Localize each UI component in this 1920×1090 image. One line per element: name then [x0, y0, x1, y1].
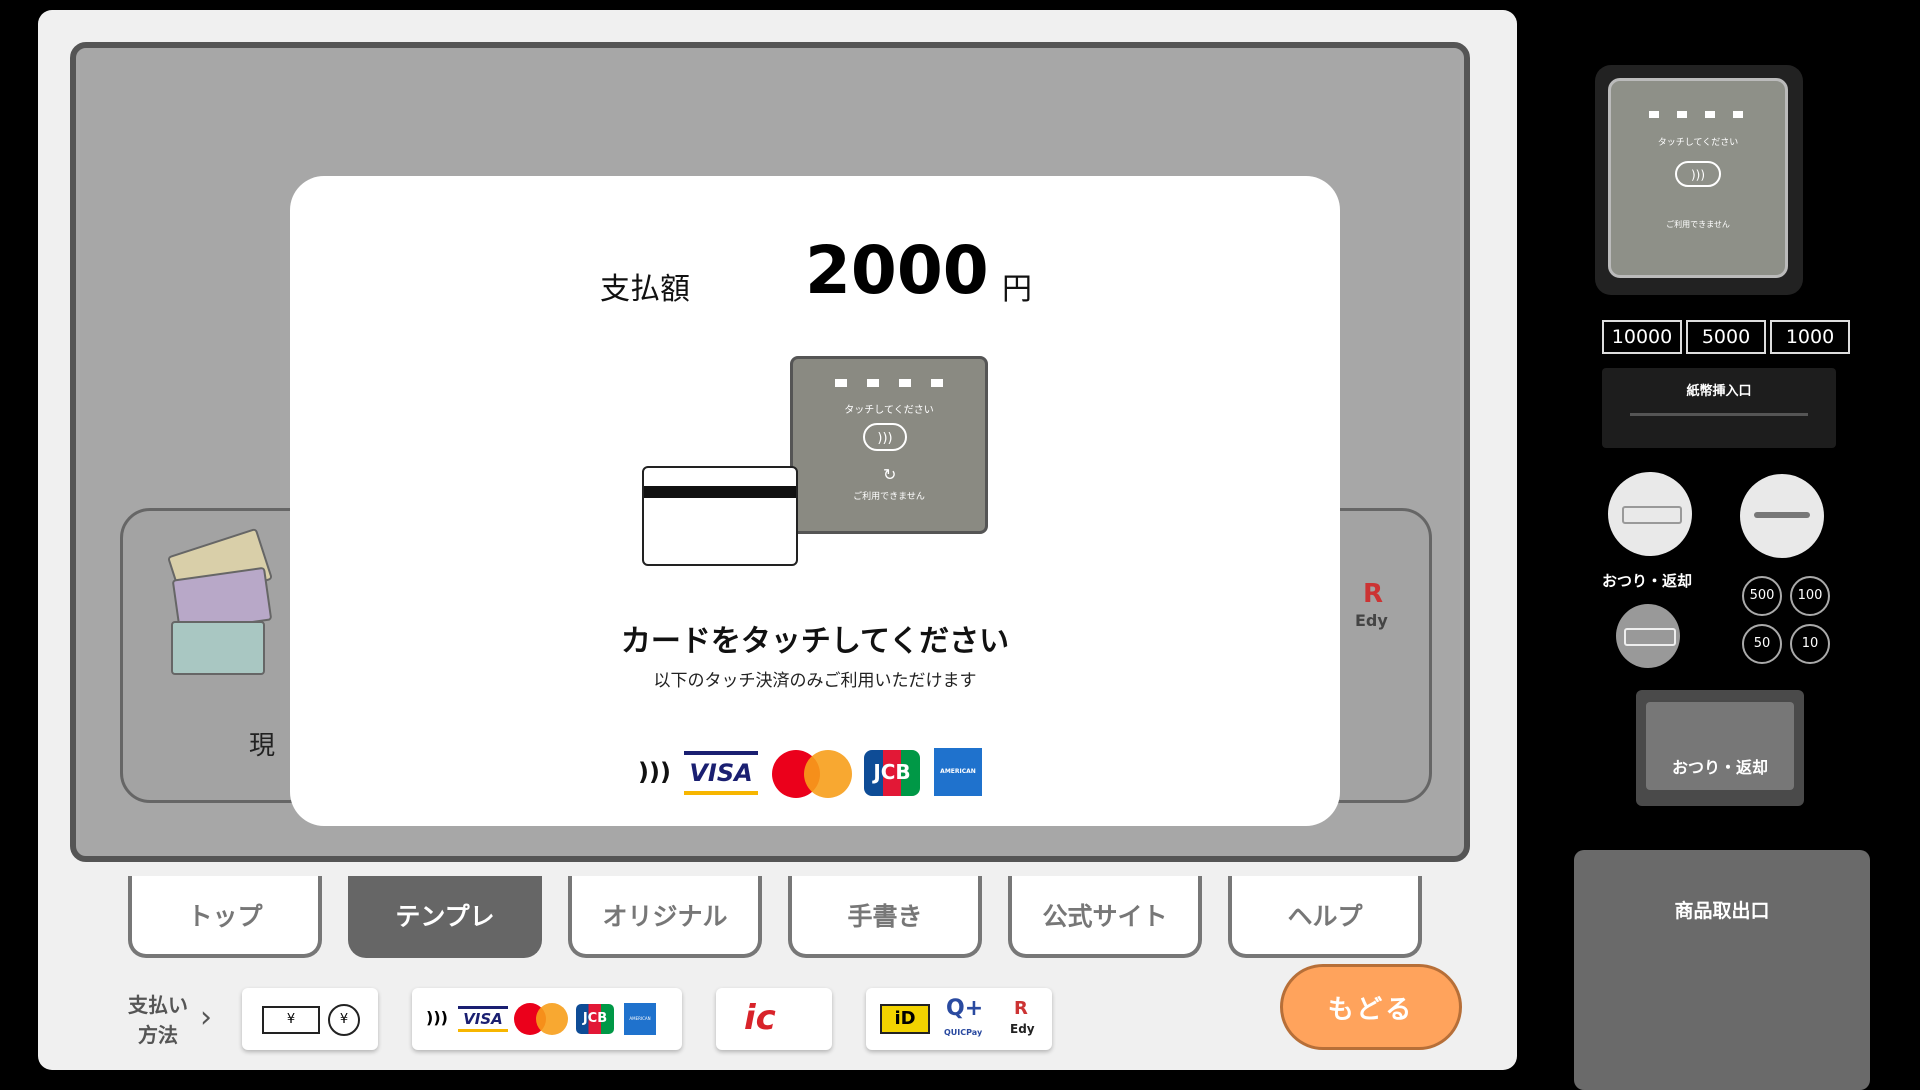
change-label: おつり・返却 — [1602, 572, 1693, 590]
card-reader[interactable]: タッチしてください ))) ご利用できません — [1595, 65, 1803, 295]
amount-label: 支払額 — [600, 272, 690, 307]
chevron-right-icon: › — [200, 1000, 212, 1035]
tab-help[interactable]: ヘルプ — [1228, 876, 1422, 958]
coin-slot[interactable] — [1740, 474, 1824, 558]
card-terminal-illustration: タッチしてください ))) ↻ ご利用できません — [790, 356, 988, 534]
payment-method-emoney: iD Q+ QUICPay R Edy — [866, 988, 1052, 1050]
reader-text: タッチしてください — [1657, 138, 1739, 148]
contactless-icon: ))) — [1675, 161, 1721, 187]
mastercard-logo — [514, 1003, 568, 1035]
coin-icon: ¥ — [328, 1004, 360, 1036]
tab-official-site[interactable]: 公式サイト — [1008, 876, 1202, 958]
coin-100-indicator: 100 — [1790, 576, 1830, 616]
contactless-icon: ))) — [638, 758, 671, 786]
visa-logo: VISA — [458, 1006, 508, 1032]
mastercard-logo — [772, 750, 852, 798]
bill-insertion-slot[interactable]: 紙幣挿入口 — [1602, 368, 1836, 448]
terminal-text: タッチしてください — [844, 405, 934, 416]
kiosk-frame: 現 Q+ R Edy 他 支払額 2000 円 タッチしてください ))) ↻ … — [38, 10, 1517, 1070]
edy-r-logo: R — [1014, 998, 1028, 1019]
coin-50-indicator: 50 — [1742, 624, 1782, 664]
terminal-text: ご利用できません — [853, 492, 925, 502]
payment-tile-label: 現 — [249, 731, 276, 761]
tab-template[interactable]: テンプレ — [348, 876, 542, 958]
change-lever[interactable] — [1616, 604, 1680, 668]
edy-logo: Edy — [1355, 611, 1388, 630]
back-button[interactable]: もどる — [1280, 964, 1462, 1050]
contactless-icon: ))) — [426, 1008, 448, 1027]
payment-methods-label: 支払い 方法 — [128, 993, 188, 1047]
reader-text: ご利用できません — [1666, 220, 1730, 229]
vending-machine-panel: タッチしてください ))) ご利用できません 10000 5000 1000 紙… — [1574, 0, 1920, 1090]
banknote-icon — [171, 621, 265, 675]
quicpay-sub: QUICPay — [944, 1028, 983, 1037]
banknote-icon: ¥ — [262, 1006, 320, 1034]
bill-5000-button[interactable]: 5000 — [1686, 320, 1766, 354]
tab-original[interactable]: オリジナル — [568, 876, 762, 958]
bill-10000-button[interactable]: 10000 — [1602, 320, 1682, 354]
ic-card-logo: ic — [744, 998, 776, 1038]
visa-logo: VISA — [684, 751, 758, 795]
change-return-button[interactable]: おつり・返却 — [1636, 690, 1804, 806]
payment-method-card: ))) VISA JCB AMERICAN EXPRESS — [412, 988, 682, 1050]
amex-logo: AMERICAN EXPRESS — [934, 748, 982, 796]
coin-slot[interactable] — [1608, 472, 1692, 556]
coin-10-indicator: 10 — [1790, 624, 1830, 664]
amount-unit: 円 — [1002, 272, 1032, 307]
ic-icon: ↻ — [883, 465, 897, 484]
tab-handwriting[interactable]: 手書き — [788, 876, 982, 958]
amount-value: 2000 — [805, 232, 989, 309]
jcb-logo: JCB — [576, 1004, 614, 1034]
modal-subtitle: 以下のタッチ決済のみご利用いただけます — [653, 671, 977, 691]
product-outlet[interactable]: 商品取出口 — [1574, 850, 1870, 1090]
tab-top[interactable]: トップ — [128, 876, 322, 958]
edy-r-logo: R — [1363, 579, 1384, 609]
payment-method-cash: ¥ ¥ — [242, 988, 378, 1050]
main-screen: 現 Q+ R Edy 他 支払額 2000 円 タッチしてください ))) ↻ … — [70, 42, 1470, 862]
bill-1000-button[interactable]: 1000 — [1770, 320, 1850, 354]
jcb-logo: JCB — [864, 750, 921, 796]
payment-method-ic: ic — [716, 988, 832, 1050]
coin-500-indicator: 500 — [1742, 576, 1782, 616]
contactless-icon: ))) — [863, 423, 907, 451]
card-touch-modal: 支払額 2000 円 タッチしてください ))) ↻ ご利用できません カードを… — [290, 176, 1340, 826]
id-logo: iD — [880, 1004, 930, 1034]
credit-card-illustration — [642, 466, 798, 566]
amex-logo: AMERICAN EXPRESS — [624, 1003, 656, 1035]
edy-logo: Edy — [1010, 1022, 1035, 1036]
modal-title: カードをタッチしてください — [620, 624, 1010, 659]
quicpay-logo: Q+ — [946, 996, 984, 1021]
